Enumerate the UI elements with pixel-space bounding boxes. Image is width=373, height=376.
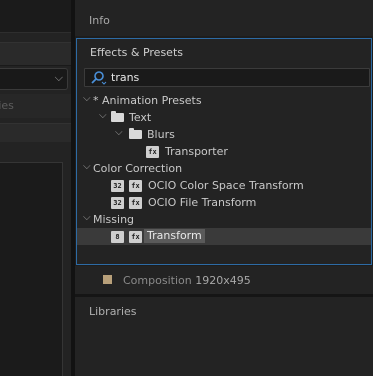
effects-presets-title[interactable]: Effects & Presets [90,46,183,59]
folder-icon [129,128,142,139]
libraries-panel-header[interactable]: Libraries [75,297,373,327]
left-panel-dropdown[interactable]: ⌵ [0,68,68,90]
tree-label: OCIO Color Space Transform [148,179,304,192]
tree-label: Color Correction [93,162,183,175]
left-panel: ⌵ ties [0,0,71,376]
info-panel-header[interactable]: Info [75,0,373,36]
tree-category-missing[interactable]: ⌵ Missing [77,211,371,228]
tree-label: Missing [93,213,135,226]
libraries-panel-title: Libraries [89,305,137,318]
search-value: trans [111,71,140,84]
chevron-down-icon[interactable]: ⌵ [99,110,107,121]
bit-depth-32-icon: 32 [111,197,124,209]
tree-category-animation-presets[interactable]: ⌵ * Animation Presets [77,92,371,109]
composition-color-swatch [103,275,112,284]
tree-category-color-correction[interactable]: ⌵ Color Correction [77,160,371,177]
effect-fx-icon: fx [129,180,142,192]
libraries-panel-body [75,327,373,376]
tree-label: Transporter [165,145,228,158]
properties-tab-label: ties [0,99,14,112]
chevron-down-icon: ⌵ [54,71,63,84]
search-icon[interactable] [89,70,107,86]
composition-info: Composition 1920x495 [123,274,251,287]
tree-label: Transform [144,229,205,243]
tree-preset-transporter[interactable]: fx Transporter [77,143,371,160]
composition-row[interactable]: Composition 1920x495 [75,266,373,294]
left-panel-content [0,162,63,376]
search-input[interactable]: trans [84,68,370,87]
left-panel-header [0,0,71,33]
tree-folder-text[interactable]: ⌵ Text [77,109,371,126]
chevron-down-icon[interactable]: ⌵ [83,161,91,172]
properties-tab[interactable]: ties [0,94,71,118]
info-panel-title: Info [89,14,110,27]
tree-label: Blurs [147,128,175,141]
composition-resolution: 1920x495 [195,274,251,287]
app-root: ⌵ ties Info Effects & Presets trans ⌵ * … [0,0,373,376]
left-panel-bar [0,123,71,142]
bit-depth-32-icon: 32 [111,180,124,192]
bit-depth-8-icon: 8 [111,231,124,243]
chevron-down-icon[interactable]: ⌵ [115,127,123,138]
effect-fx-icon: fx [129,231,142,243]
effects-presets-panel: Effects & Presets trans ⌵ * Animation Pr… [76,38,372,265]
left-panel-tab-bar[interactable] [0,42,71,66]
tree-effect-ocio-color-space-transform[interactable]: 32 fx OCIO Color Space Transform [77,177,371,194]
tree-label: * Animation Presets [93,94,202,107]
chevron-down-icon[interactable]: ⌵ [83,93,91,104]
tree-label: OCIO File Transform [148,196,257,209]
tree-label: Text [129,111,152,124]
preset-icon: fx [146,146,159,158]
composition-label: Composition [123,274,192,287]
chevron-down-icon[interactable]: ⌵ [83,212,91,223]
tree-effect-ocio-file-transform[interactable]: 32 fx OCIO File Transform [77,194,371,211]
tree-folder-blurs[interactable]: ⌵ Blurs [77,126,371,143]
folder-icon [111,111,124,122]
effect-fx-icon: fx [129,197,142,209]
tree-effect-transform[interactable]: 8 fx Transform [77,228,371,245]
